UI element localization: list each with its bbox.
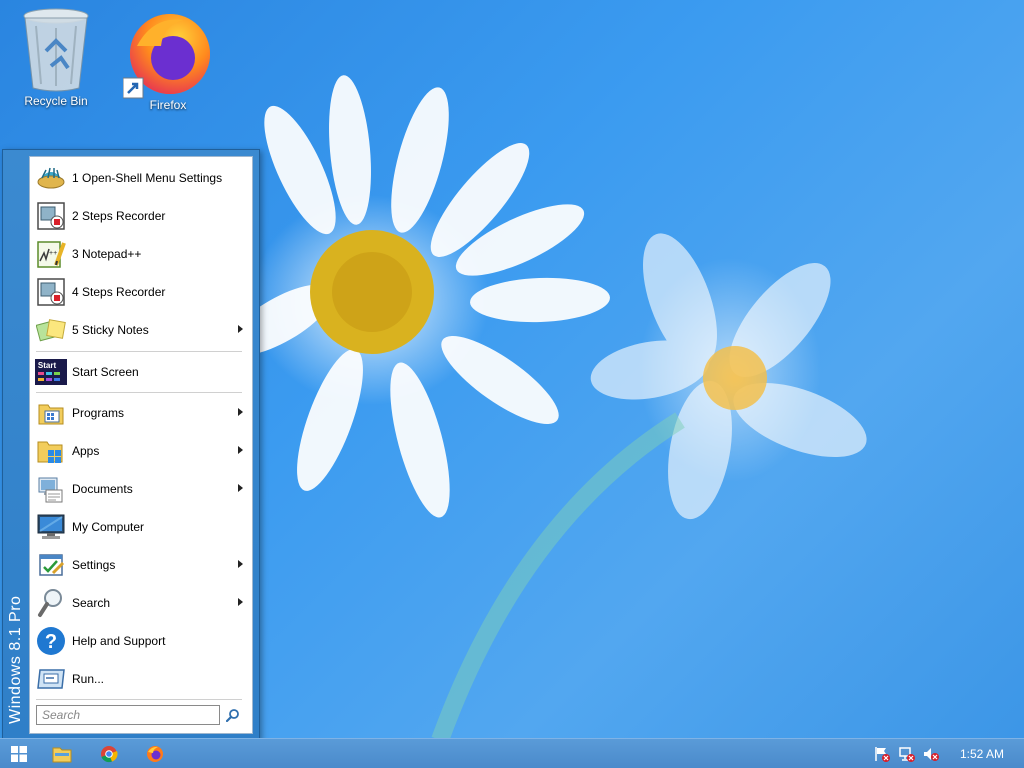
- menu-item-label: Documents: [72, 482, 133, 496]
- menu-item-label: Start Screen: [72, 365, 139, 379]
- menu-item-open-shell-settings[interactable]: 1 Open-Shell Menu Settings: [30, 160, 252, 196]
- menu-item-documents[interactable]: Documents: [30, 471, 252, 507]
- menu-item-label: 3 Notepad++: [72, 247, 142, 261]
- menu-item-label: 1 Open-Shell Menu Settings: [72, 171, 223, 185]
- help-icon: ?: [35, 625, 67, 657]
- desktop-icon-label: Firefox: [149, 98, 187, 112]
- documents-icon: [35, 473, 67, 505]
- run-icon: [35, 663, 67, 695]
- menu-item-label: 2 Steps Recorder: [72, 209, 166, 223]
- submenu-arrow-icon: [238, 408, 243, 416]
- menu-item-search[interactable]: Search: [30, 585, 252, 621]
- menu-item-notepad-plus-plus[interactable]: ++ 3 Notepad++: [30, 236, 252, 272]
- sticky-notes-icon: [35, 314, 67, 346]
- desktop-icon-label: Recycle Bin: [24, 94, 88, 108]
- menu-item-help-and-support[interactable]: ? Help and Support: [30, 623, 252, 659]
- menu-item-label: Search: [72, 596, 111, 610]
- os-edition-label: Windows 8.1 Pro: [7, 595, 24, 724]
- apps-folder-icon: [35, 435, 67, 467]
- taskbar-firefox[interactable]: [138, 742, 172, 766]
- menu-separator: [36, 392, 242, 393]
- start-screen-icon: Start: [35, 356, 67, 388]
- taskbar: 1:52 AM: [0, 738, 1024, 768]
- programs-icon: [35, 397, 67, 429]
- computer-icon: [35, 511, 67, 543]
- menu-item-my-computer[interactable]: My Computer: [30, 509, 252, 545]
- desktop-icon-recycle-bin[interactable]: Recycle Bin: [11, 6, 101, 108]
- volume-muted-icon[interactable]: [922, 746, 940, 762]
- submenu-arrow-icon: [238, 325, 243, 333]
- svg-text:++: ++: [49, 250, 57, 257]
- menu-item-label: Programs: [72, 406, 125, 420]
- file-explorer-icon: [52, 747, 72, 763]
- desktop-icon-firefox[interactable]: Firefox: [123, 6, 213, 112]
- submenu-arrow-icon: [238, 560, 243, 568]
- menu-separator: [36, 699, 242, 700]
- menu-item-label: Help and Support: [72, 634, 166, 648]
- start-menu: Windows 8.1 Pro 1 Open-Shell Menu Settin…: [2, 149, 260, 741]
- start-menu-panel: 1 Open-Shell Menu Settings 2 Steps Recor…: [29, 156, 253, 734]
- firefox-icon: [123, 14, 210, 99]
- steps-recorder-icon: [35, 200, 67, 232]
- menu-item-apps[interactable]: Apps: [30, 433, 252, 469]
- menu-item-label: Run...: [72, 672, 105, 686]
- taskbar-clock[interactable]: 1:52 AM: [960, 747, 1004, 761]
- menu-item-sticky-notes[interactable]: 5 Sticky Notes: [30, 312, 252, 348]
- taskbar-file-explorer[interactable]: [45, 742, 79, 766]
- menu-item-label: 5 Sticky Notes: [72, 323, 149, 337]
- open-shell-icon: [35, 162, 67, 194]
- firefox-icon: [147, 746, 163, 762]
- notepad-plus-plus-icon: ++: [35, 238, 67, 270]
- windows-logo-icon: [11, 746, 27, 762]
- chrome-icon: [101, 746, 118, 763]
- menu-item-steps-recorder-2[interactable]: 4 Steps Recorder: [30, 274, 252, 310]
- magnifier-icon: [35, 587, 67, 619]
- menu-item-settings[interactable]: Settings: [30, 547, 252, 583]
- menu-separator: [36, 351, 242, 352]
- settings-icon: [35, 549, 67, 581]
- network-icon[interactable]: [898, 746, 916, 762]
- recycle-bin-icon: [23, 8, 89, 92]
- menu-item-label: My Computer: [72, 520, 145, 534]
- taskbar-chrome[interactable]: [92, 742, 126, 766]
- svg-text:?: ?: [45, 631, 57, 653]
- menu-item-label: 4 Steps Recorder: [72, 285, 166, 299]
- action-center-flag-icon[interactable]: [874, 746, 892, 762]
- menu-item-start-screen[interactable]: Start Start Screen: [30, 354, 252, 390]
- start-menu-search-input[interactable]: [36, 705, 220, 725]
- start-menu-banner: Windows 8.1 Pro: [3, 150, 29, 740]
- desktop: Recycle Bin Firefox Windows 8.1 Pro 1 Op…: [0, 0, 1024, 768]
- search-icon[interactable]: [224, 706, 242, 724]
- start-screen-icon-text: Start: [37, 361, 57, 370]
- submenu-arrow-icon: [238, 446, 243, 454]
- menu-item-run[interactable]: Run...: [30, 661, 252, 697]
- submenu-arrow-icon: [238, 484, 243, 492]
- menu-item-label: Settings: [72, 558, 116, 572]
- menu-item-label: Apps: [72, 444, 100, 458]
- start-button[interactable]: [2, 742, 36, 766]
- submenu-arrow-icon: [238, 598, 243, 606]
- menu-item-programs[interactable]: Programs: [30, 395, 252, 431]
- menu-item-steps-recorder-1[interactable]: 2 Steps Recorder: [30, 198, 252, 234]
- steps-recorder-icon: [35, 276, 67, 308]
